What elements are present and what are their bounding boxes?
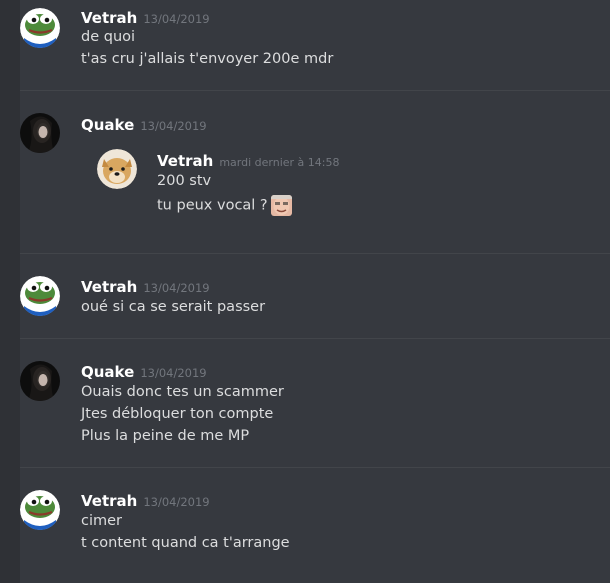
message-text: t content quand ca t'arrange bbox=[81, 535, 290, 551]
message-text: t'as cru j'allais t'envoyer 200e mdr bbox=[81, 51, 334, 67]
quoted-text: tu peux vocal ? bbox=[157, 197, 268, 214]
pepe-avatar-icon[interactable] bbox=[20, 8, 60, 48]
message-header: Vetrah 13/04/2019 bbox=[81, 277, 210, 296]
message-divider bbox=[20, 467, 610, 468]
timestamp: 13/04/2019 bbox=[143, 281, 210, 295]
username[interactable]: Vetrah bbox=[81, 278, 137, 296]
message-text: oué si ca se serait passer bbox=[81, 299, 266, 315]
quote-header: Vetrah mardi dernier à 14:58 bbox=[157, 151, 340, 170]
username[interactable]: Quake bbox=[81, 363, 134, 381]
pepe-avatar-icon[interactable] bbox=[20, 276, 60, 316]
quoted-text: 200 stv bbox=[157, 173, 212, 189]
quoted-username[interactable]: Vetrah bbox=[157, 152, 213, 170]
username[interactable]: Vetrah bbox=[81, 492, 137, 510]
message-divider bbox=[20, 338, 610, 339]
message-text: cimer bbox=[81, 513, 123, 529]
quoted-timestamp: mardi dernier à 14:58 bbox=[219, 156, 340, 169]
message-divider bbox=[20, 90, 610, 91]
username[interactable]: Quake bbox=[81, 116, 134, 134]
face-emoji-icon[interactable] bbox=[270, 195, 292, 216]
dark-portrait-avatar-icon[interactable] bbox=[20, 113, 60, 153]
dark-portrait-avatar-icon[interactable] bbox=[20, 361, 60, 401]
message-header: Quake 13/04/2019 bbox=[81, 115, 207, 134]
left-sidebar-strip bbox=[0, 0, 20, 583]
message-text: de quoi bbox=[81, 29, 136, 45]
message-divider bbox=[20, 253, 610, 254]
timestamp: 13/04/2019 bbox=[143, 12, 210, 26]
doge-avatar-icon[interactable] bbox=[97, 149, 137, 189]
timestamp: 13/04/2019 bbox=[140, 366, 207, 380]
timestamp: 13/04/2019 bbox=[143, 495, 210, 509]
username[interactable]: Vetrah bbox=[81, 9, 137, 27]
pepe-avatar-icon[interactable] bbox=[20, 490, 60, 530]
timestamp: 13/04/2019 bbox=[140, 119, 207, 133]
message-header: Vetrah 13/04/2019 bbox=[81, 491, 210, 510]
message-text: Ouais donc tes un scammer bbox=[81, 384, 284, 400]
message-text: Jtes débloquer ton compte bbox=[81, 406, 274, 422]
message-header: Vetrah 13/04/2019 bbox=[81, 8, 210, 27]
message-header: Quake 13/04/2019 bbox=[81, 362, 207, 381]
quoted-text-line: tu peux vocal ? bbox=[157, 195, 292, 216]
message-text: Plus la peine de me MP bbox=[81, 428, 250, 444]
